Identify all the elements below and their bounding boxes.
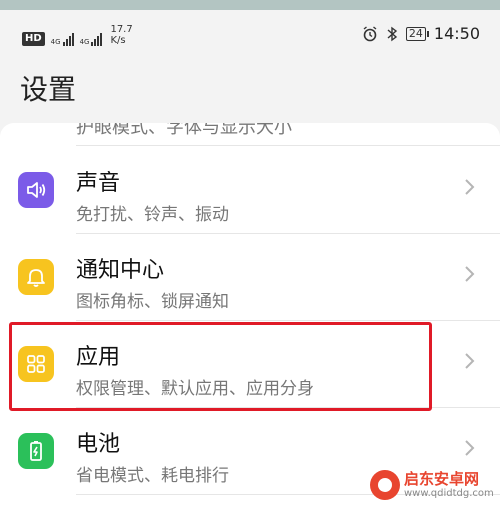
watermark: 启东安卓网 www.qdidtdg.com [370, 468, 496, 502]
clock: 14:50 [433, 24, 480, 43]
sound-icon [18, 172, 54, 208]
top-strip [0, 0, 500, 10]
battery-icon: 24 [405, 26, 429, 41]
signal-2-icon: 4G [80, 33, 103, 46]
settings-item-title: 通知中心 [76, 258, 165, 283]
chevron-right-icon [465, 266, 475, 282]
chevron-right-icon [465, 440, 475, 456]
network-speed: 17.7 K/s [110, 24, 132, 46]
settings-item-title: 声音 [76, 171, 121, 196]
settings-list: 护眼模式、字体与显示大小 声音 免打扰、铃声、振动 通知中心 图标角标、锁屏通知 [0, 123, 500, 505]
partial-item-subtitle: 护眼模式、字体与显示大小 [76, 123, 292, 138]
chevron-right-icon [465, 179, 475, 195]
page-title: 设置 [20, 73, 77, 106]
apps-highlight-box [9, 322, 432, 411]
signal-1-icon: 4G [51, 33, 74, 46]
battery-charging-icon [18, 433, 54, 469]
settings-item-sound[interactable]: 声音 免打扰、铃声、振动 [0, 146, 500, 233]
network-speed-value: 17.7 [110, 24, 133, 35]
watermark-url: www.qdidtdg.com [404, 487, 494, 499]
settings-item-notifications[interactable]: 通知中心 图标角标、锁屏通知 [0, 233, 500, 320]
hd-badge: HD [22, 32, 45, 46]
watermark-title: 启东安卓网 [404, 469, 480, 488]
signal-1-label: 4G [50, 38, 61, 46]
settings-item-subtitle: 省电模式、耗电排行 [76, 466, 229, 486]
notification-bell-icon [18, 259, 54, 295]
status-bar: HD 4G 4G 17.7 K/s 24 14:50 [0, 10, 500, 60]
status-left: HD 4G 4G 17.7 K/s [22, 24, 133, 46]
settings-item-subtitle: 图标角标、锁屏通知 [76, 292, 229, 312]
chevron-right-icon [465, 353, 475, 369]
bluetooth-icon [387, 26, 398, 41]
watermark-logo-icon [370, 470, 400, 500]
signal-2-label: 4G [79, 38, 90, 46]
settings-item-subtitle: 免打扰、铃声、振动 [76, 205, 229, 225]
network-speed-unit: K/s [110, 35, 126, 46]
settings-item-title: 电池 [76, 432, 121, 457]
alarm-icon [363, 25, 377, 41]
status-right: 24 14:50 [362, 24, 480, 43]
